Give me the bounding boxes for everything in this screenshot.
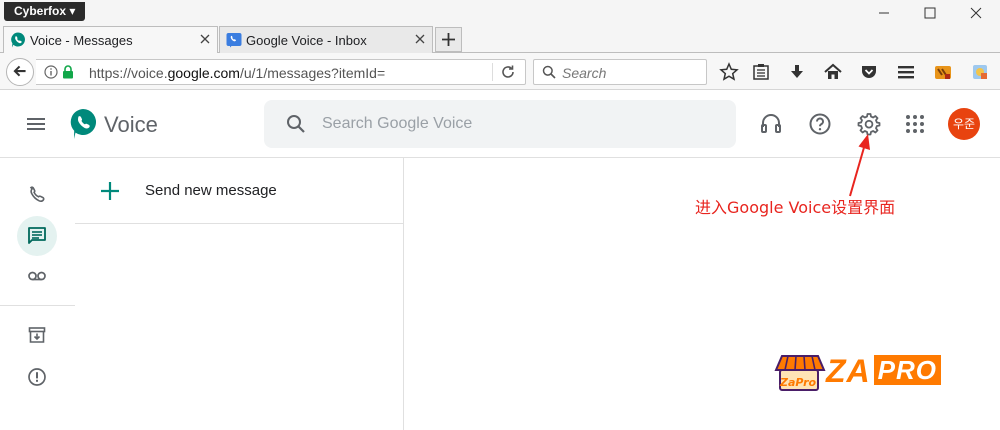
home-icon[interactable] [823,62,843,82]
app-menu-button[interactable]: Cyberfox ▾ [4,2,86,21]
nav-calls[interactable] [17,175,57,215]
send-new-message-label: Send new message [145,182,277,199]
left-nav [0,158,75,430]
tab-voice-messages[interactable]: Voice - Messages [3,26,218,54]
watermark-pro: PRO [873,355,941,385]
apps-grid-icon[interactable] [903,112,927,136]
voice-favicon-icon [11,32,25,48]
archive-icon [28,327,46,343]
voice-inbox-favicon-icon [226,33,242,48]
pocket-icon[interactable] [859,62,879,82]
tab-close-icon[interactable] [413,32,427,46]
zapro-store-logo-icon: ZaPro [774,355,826,391]
pane-divider [403,158,404,430]
browser-search-box[interactable]: Search [533,59,707,85]
annotation-text: 进入Google Voice设置界面 [695,198,896,217]
message-icon [28,227,46,244]
watermark-text: ZA PRO [826,353,941,390]
nav-divider [0,305,75,306]
search-field[interactable]: Search Google Voice [264,100,736,148]
watermark-badge-text: ZaPro [779,376,817,389]
main-menu-icon[interactable] [24,112,48,136]
extension-2-icon[interactable] [970,62,990,82]
address-bar[interactable]: https://voice.google.com/u/1/messages?it… [36,59,526,85]
plus-icon [442,33,455,46]
close-window-icon[interactable] [966,3,986,23]
navigation-toolbar: https://voice.google.com/u/1/messages?it… [0,53,1000,90]
voice-logo-icon[interactable] [69,108,97,140]
search-placeholder: Search [562,65,607,81]
bookmarks-menu-icon[interactable] [751,62,771,82]
minimize-icon[interactable] [874,3,894,23]
download-icon[interactable] [787,62,807,82]
tab-title: Voice - Messages [30,33,133,48]
send-new-message-button[interactable]: Send new message [75,158,403,224]
url-prefix: https://voice. [89,65,168,81]
product-name: Voice [104,112,158,137]
voicemail-icon [28,271,46,281]
spam-icon [28,368,46,386]
search-placeholder: Search Google Voice [322,115,473,132]
tab-google-voice-inbox[interactable]: Google Voice - Inbox [219,26,433,53]
lock-icon[interactable] [62,65,74,79]
url-host: google.com [167,65,240,81]
bookmark-star-icon[interactable] [719,62,739,82]
menu-icon[interactable] [896,62,916,82]
watermark-za: ZA [826,353,871,389]
tab-title: Google Voice - Inbox [246,33,367,48]
new-tab-button[interactable] [435,27,462,52]
url-text[interactable]: https://voice.google.com/u/1/messages?it… [89,65,385,81]
zapro-watermark: ZaPro ZA PRO [774,352,956,394]
info-icon[interactable] [44,65,58,79]
annotation-arrow-icon [849,134,870,197]
tab-close-icon[interactable] [198,32,212,46]
conversation-list-pane: Send new message [75,158,403,430]
nav-voicemail[interactable] [17,256,57,296]
maximize-icon[interactable] [920,3,940,23]
headset-icon[interactable] [759,112,783,136]
plus-icon [101,182,119,200]
nav-messages[interactable] [17,216,57,256]
nav-archive[interactable] [17,315,57,355]
window-titlebar: Cyberfox ▾ [0,0,1000,26]
search-icon[interactable] [284,112,308,136]
url-path: /u/1/messages?itemId= [239,65,386,81]
back-button[interactable] [6,58,34,86]
app-menu-label: Cyberfox [14,4,67,18]
nav-spam[interactable] [17,357,57,397]
tab-strip: Voice - Messages Google Voice - Inbox [0,26,1000,54]
extension-icon[interactable] [933,62,953,82]
help-icon[interactable] [808,112,832,136]
url-separator [492,63,493,81]
search-icon [542,65,556,79]
reload-icon[interactable] [500,64,516,80]
account-avatar[interactable]: 우준 [948,108,980,140]
back-arrow-icon [13,65,26,77]
phone-icon [29,186,45,202]
